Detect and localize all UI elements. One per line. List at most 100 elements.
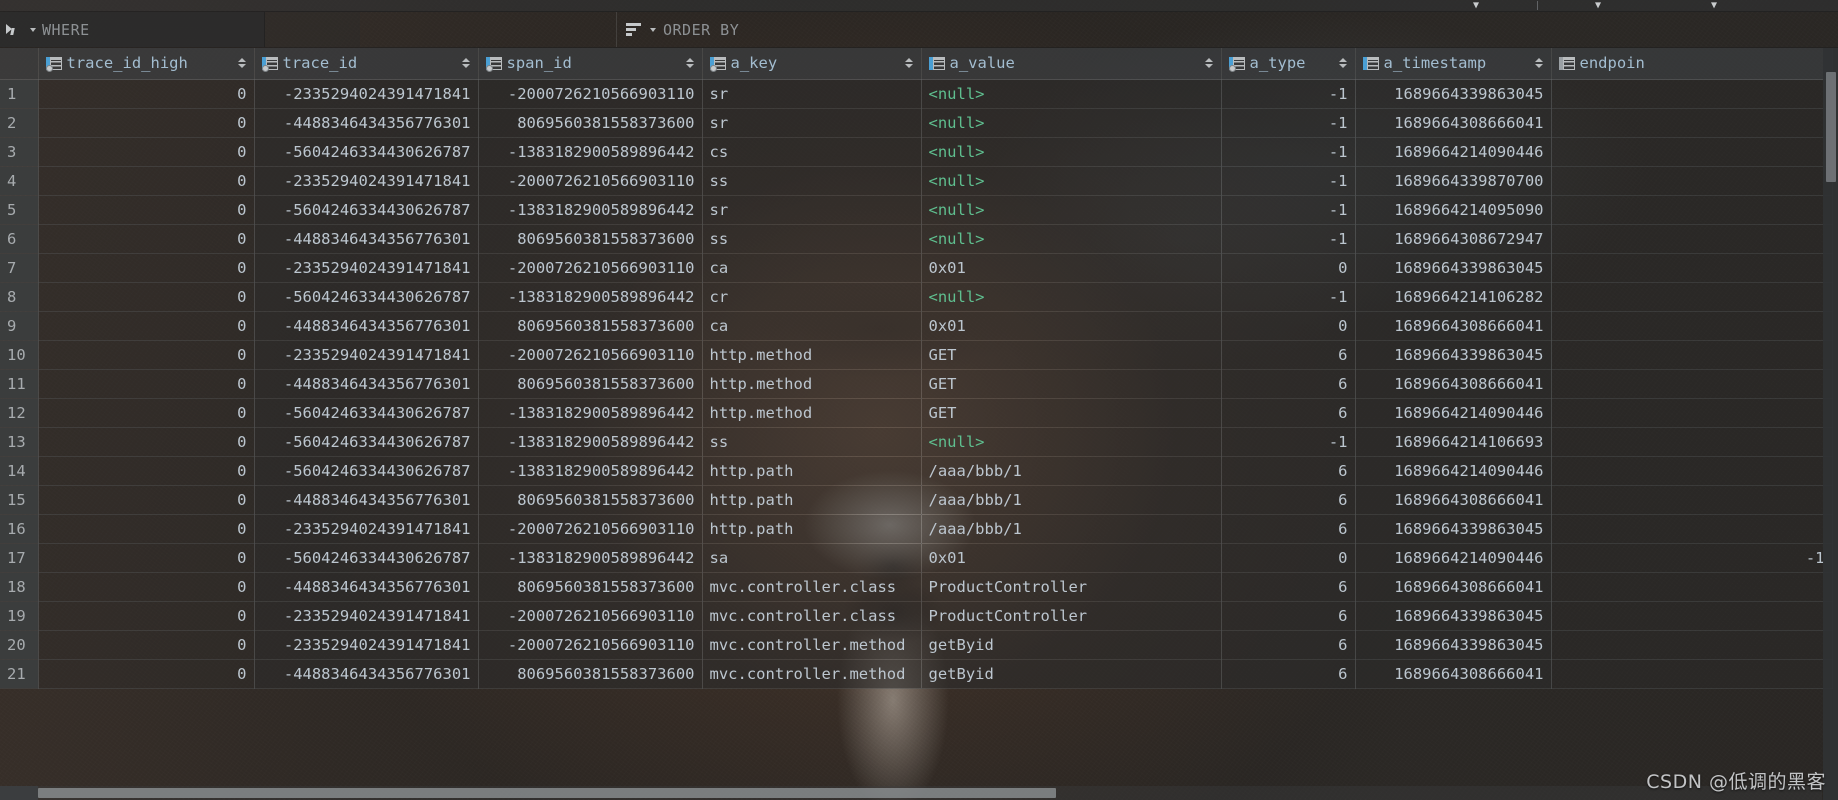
cell-a_type[interactable]: 6 [1221, 340, 1356, 370]
cell-endpoint[interactable] [1551, 572, 1833, 602]
cell-trace_id_high[interactable]: 0 [38, 659, 255, 689]
cell-endpoint[interactable] [1551, 398, 1833, 428]
cell-trace_id_high[interactable]: 0 [38, 485, 255, 515]
table-row[interactable]: 5 0 -5604246334430626787 -13831829005898964… [0, 195, 1833, 225]
cell-a_type[interactable]: 0 [1221, 253, 1356, 283]
table-row[interactable]: 21 0 -4488346434356776301 80695603815583736… [0, 659, 1833, 689]
cell-trace_id_high[interactable]: 0 [38, 543, 255, 573]
table-row[interactable]: 4 0 -2335294024391471841 -20007262105669031… [0, 166, 1833, 196]
sort-toggle-icon[interactable] [905, 56, 914, 71]
cell-a_key[interactable]: cs [702, 137, 922, 167]
column-header-trace_id[interactable]: trace_id [254, 48, 479, 80]
cell-a_type[interactable]: 0 [1221, 311, 1356, 341]
cell-a_timestamp[interactable]: 1689664339863045 [1355, 514, 1552, 544]
table-row[interactable]: 7 0 -2335294024391471841 -20007262105669031… [0, 253, 1833, 283]
cell-span_id[interactable]: -2000726210566903110 [478, 253, 703, 283]
cell-a_key[interactable]: sr [702, 79, 922, 109]
cell-endpoint[interactable] [1551, 224, 1833, 254]
table-row[interactable]: 6 0 -4488346434356776301 806956038155837360… [0, 224, 1833, 254]
cell-a_timestamp[interactable]: 1689664308666041 [1355, 369, 1552, 399]
cell-trace_id_high[interactable]: 0 [38, 195, 255, 225]
cell-a_timestamp[interactable]: 1689664339863045 [1355, 79, 1552, 109]
cell-trace_id[interactable]: -2335294024391471841 [254, 630, 479, 660]
cell-span_id[interactable]: -1383182900589896442 [478, 543, 703, 573]
cell-trace_id[interactable]: -2335294024391471841 [254, 601, 479, 631]
cell-a_value[interactable]: <null> [921, 224, 1222, 254]
table-row[interactable]: 19 0 -2335294024391471841 -2000726210566903… [0, 601, 1833, 631]
cell-a_key[interactable]: mvc.controller.method [702, 630, 922, 660]
cell-trace_id[interactable]: -2335294024391471841 [254, 253, 479, 283]
cell-trace_id_high[interactable]: 0 [38, 137, 255, 167]
cell-span_id[interactable]: -1383182900589896442 [478, 282, 703, 312]
cell-a_timestamp[interactable]: 1689664214106282 [1355, 282, 1552, 312]
cell-span_id[interactable]: -2000726210566903110 [478, 340, 703, 370]
cell-span_id[interactable]: -2000726210566903110 [478, 601, 703, 631]
table-row[interactable]: 9 0 -4488346434356776301 806956038155837360… [0, 311, 1833, 341]
table-row[interactable]: 8 0 -5604246334430626787 -13831829005898964… [0, 282, 1833, 312]
cell-a_type[interactable]: 6 [1221, 398, 1356, 428]
cell-trace_id_high[interactable]: 0 [38, 166, 255, 196]
cell-a_type[interactable]: -1 [1221, 108, 1356, 138]
cell-a_key[interactable]: ca [702, 311, 922, 341]
cell-trace_id_high[interactable]: 0 [38, 601, 255, 631]
cell-a_timestamp[interactable]: 1689664339863045 [1355, 601, 1552, 631]
cell-a_key[interactable]: ss [702, 166, 922, 196]
cell-a_timestamp[interactable]: 1689664214090446 [1355, 456, 1552, 486]
cell-a_type[interactable]: 6 [1221, 659, 1356, 689]
cell-span_id[interactable]: 8069560381558373600 [478, 369, 703, 399]
chevron-down-icon[interactable] [30, 27, 36, 32]
cell-a_value[interactable]: <null> [921, 79, 1222, 109]
table-row[interactable]: 15 0 -4488346434356776301 80695603815583736… [0, 485, 1833, 515]
cell-a_timestamp[interactable]: 1689664214090446 [1355, 137, 1552, 167]
cell-trace_id_high[interactable]: 0 [38, 79, 255, 109]
cell-endpoint[interactable] [1551, 108, 1833, 138]
table-row[interactable]: 17 0 -5604246334430626787 -1383182900589896… [0, 543, 1833, 573]
table-row[interactable]: 3 0 -5604246334430626787 -13831829005898964… [0, 137, 1833, 167]
cell-a_value[interactable]: GET [921, 369, 1222, 399]
sort-toggle-icon[interactable] [238, 56, 247, 71]
cell-trace_id[interactable]: -5604246334430626787 [254, 456, 479, 486]
cell-endpoint[interactable] [1551, 601, 1833, 631]
vertical-scrollbar[interactable] [1823, 48, 1838, 800]
cell-a_key[interactable]: mvc.controller.method [702, 659, 922, 689]
cell-a_type[interactable]: 6 [1221, 601, 1356, 631]
cell-trace_id_high[interactable]: 0 [38, 398, 255, 428]
cell-a_value[interactable]: <null> [921, 166, 1222, 196]
cell-trace_id_high[interactable]: 0 [38, 572, 255, 602]
cell-span_id[interactable]: -2000726210566903110 [478, 514, 703, 544]
cell-a_type[interactable]: 6 [1221, 572, 1356, 602]
cell-a_value[interactable]: GET [921, 340, 1222, 370]
cell-a_value[interactable]: GET [921, 398, 1222, 428]
cell-trace_id_high[interactable]: 0 [38, 282, 255, 312]
cell-trace_id[interactable]: -5604246334430626787 [254, 543, 479, 573]
cell-trace_id_high[interactable]: 0 [38, 630, 255, 660]
cell-a_type[interactable]: 6 [1221, 514, 1356, 544]
cell-a_value[interactable]: <null> [921, 137, 1222, 167]
cell-endpoint[interactable] [1551, 369, 1833, 399]
column-header-a_type[interactable]: a_type [1221, 48, 1356, 80]
cell-a_key[interactable]: sr [702, 108, 922, 138]
cell-trace_id[interactable]: -5604246334430626787 [254, 398, 479, 428]
sort-toggle-icon[interactable] [1339, 56, 1348, 71]
sort-toggle-icon[interactable] [462, 56, 471, 71]
cell-endpoint[interactable] [1551, 630, 1833, 660]
cell-trace_id[interactable]: -2335294024391471841 [254, 79, 479, 109]
cell-a_timestamp[interactable]: 1689664214095090 [1355, 195, 1552, 225]
cell-trace_id[interactable]: -4488346434356776301 [254, 311, 479, 341]
cell-a_key[interactable]: sr [702, 195, 922, 225]
cell-endpoint[interactable] [1551, 514, 1833, 544]
cell-trace_id_high[interactable]: 0 [38, 369, 255, 399]
cell-span_id[interactable]: 8069560381558373600 [478, 659, 703, 689]
cell-endpoint[interactable] [1551, 195, 1833, 225]
cell-span_id[interactable]: -1383182900589896442 [478, 456, 703, 486]
cell-a_key[interactable]: http.method [702, 398, 922, 428]
cell-a_value[interactable]: /aaa/bbb/1 [921, 485, 1222, 515]
cell-endpoint[interactable] [1551, 137, 1833, 167]
table-row[interactable]: 13 0 -5604246334430626787 -1383182900589896… [0, 427, 1833, 457]
table-row[interactable]: 16 0 -2335294024391471841 -2000726210566903… [0, 514, 1833, 544]
chevron-down-icon[interactable] [650, 27, 656, 32]
cell-a_timestamp[interactable]: 1689664308672947 [1355, 224, 1552, 254]
cell-a_type[interactable]: -1 [1221, 195, 1356, 225]
cell-span_id[interactable]: 8069560381558373600 [478, 311, 703, 341]
cell-a_value[interactable]: ProductController [921, 572, 1222, 602]
